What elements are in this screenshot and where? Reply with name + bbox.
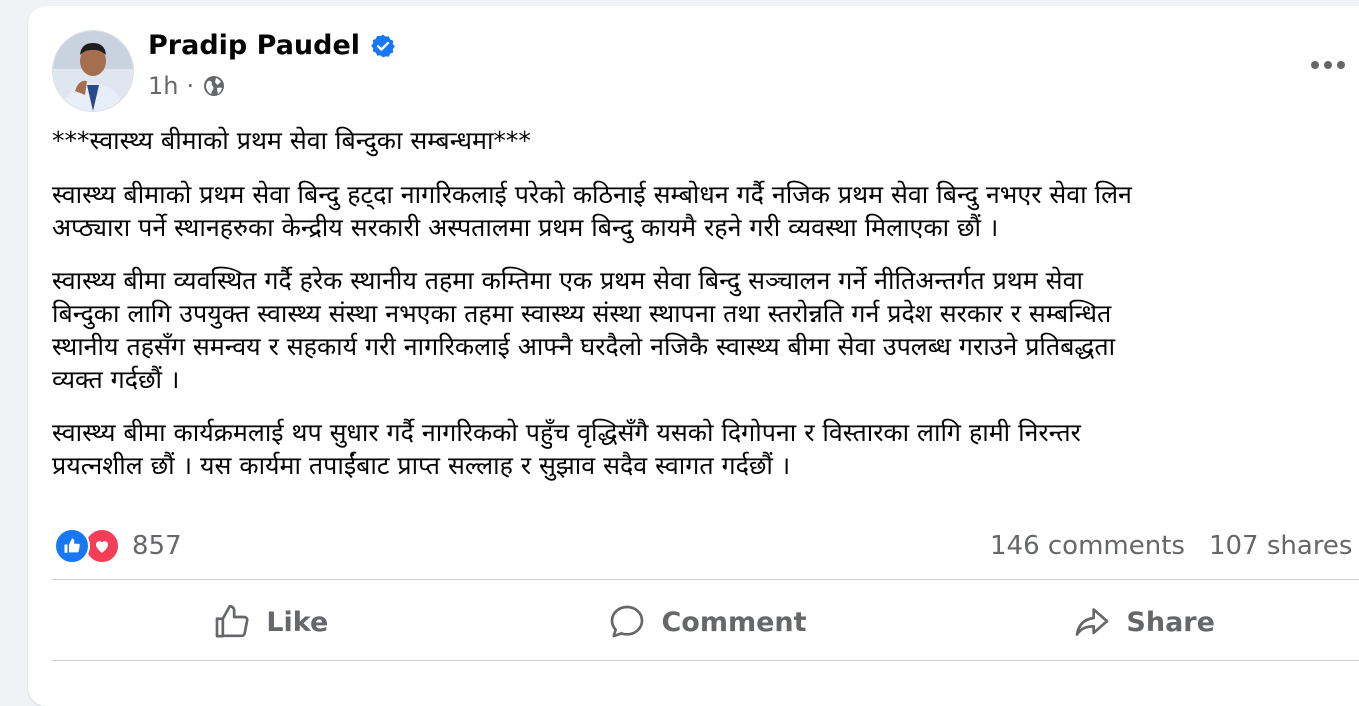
- paragraph-line: स्वास्थ्य बीमा कार्यक्रमलाई थप सुधार गर्…: [52, 418, 1081, 447]
- verified-badge-icon: [370, 33, 396, 59]
- action-bar: Like Comment Share: [52, 584, 1359, 660]
- avatar-photo: [53, 31, 133, 111]
- globe-icon[interactable]: [202, 74, 226, 98]
- post-paragraph-1: स्वास्थ्य बीमाको प्रथम सेवा बिन्दु हट्दा…: [52, 178, 1352, 244]
- share-button[interactable]: Share: [925, 584, 1359, 660]
- author-name[interactable]: Pradip Paudel: [148, 30, 360, 61]
- engagement-stats: 146 comments 107 shares: [990, 528, 1352, 564]
- paragraph-line: स्वास्थ्य बीमाको प्रथम सेवा बिन्दु हट्दा…: [52, 180, 1132, 209]
- reaction-count[interactable]: 857: [132, 531, 182, 561]
- comment-label: Comment: [661, 606, 807, 638]
- paragraph-line: स्थानीय तहसँग समन्वय र सहकार्य गरी नागरि…: [52, 332, 1116, 361]
- reactions-summary[interactable]: 857: [54, 528, 182, 564]
- divider: [52, 579, 1359, 580]
- post-body: ***स्वास्थ्य बीमाको प्रथम सेवा बिन्दुका …: [52, 124, 1352, 502]
- share-count[interactable]: 107 shares: [1209, 531, 1353, 561]
- like-label: Like: [266, 606, 329, 638]
- paragraph-line: प्रयत्नशील छौं । यस कार्यमा तपाईंबाट प्र…: [52, 451, 791, 480]
- speech-bubble-icon: [611, 605, 644, 638]
- like-button[interactable]: Like: [52, 584, 489, 660]
- paragraph-line: व्यक्त गर्दछौं ।: [52, 365, 180, 394]
- more-options-icon[interactable]: [1308, 50, 1348, 80]
- thumbs-up-icon: [54, 528, 90, 564]
- post-meta: 1h ·: [148, 72, 226, 100]
- paragraph-line: अप्ठ्यारा पर्ने स्थानहरुका केन्द्रीय सरक…: [52, 213, 999, 242]
- post-author[interactable]: Pradip Paudel: [148, 30, 396, 61]
- comment-button[interactable]: Comment: [489, 584, 926, 660]
- paragraph-line: बिन्दुका लागि उपयुक्त स्वास्थ्य संस्था न…: [52, 299, 1112, 328]
- post-time[interactable]: 1h: [148, 72, 178, 100]
- post-paragraph-2: स्वास्थ्य बीमा व्यवस्थित गर्दै हरेक स्था…: [52, 264, 1352, 396]
- thumbs-up-outline-icon: [215, 604, 249, 638]
- meta-separator: ·: [186, 72, 195, 100]
- paragraph-line: स्वास्थ्य बीमा व्यवस्थित गर्दै हरेक स्था…: [52, 266, 1083, 295]
- share-arrow-icon: [1076, 608, 1109, 636]
- author-avatar[interactable]: [52, 30, 134, 112]
- post-paragraph-3: स्वास्थ्य बीमा कार्यक्रमलाई थप सुधार गर्…: [52, 416, 1352, 482]
- share-label: Share: [1126, 606, 1215, 638]
- post-heading: ***स्वास्थ्य बीमाको प्रथम सेवा बिन्दुका …: [52, 126, 531, 155]
- divider: [52, 660, 1359, 661]
- comment-count[interactable]: 146 comments: [990, 531, 1185, 561]
